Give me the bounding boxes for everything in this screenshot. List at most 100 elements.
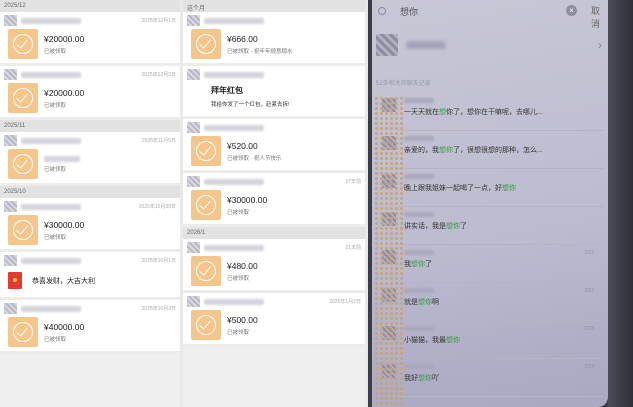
message-date: 2/23 (584, 326, 594, 332)
message-result[interactable]: 2/22 就是想你啊 (376, 286, 604, 316)
timestamp: 2025年12月2日 (141, 72, 176, 78)
divider (398, 168, 604, 169)
month-header: 2025/12 (0, 0, 180, 12)
timestamp: 2025年10月30日 (138, 204, 176, 210)
amount: ¥20000.00 (44, 33, 85, 44)
message-result[interactable]: 2/23 小猫猫，我最想你 (376, 324, 604, 354)
keyword-highlight: 想你 (446, 337, 460, 344)
avatar (4, 201, 17, 212)
divider (398, 244, 604, 245)
red-packet-card[interactable]: 17年前 ¥30000.00 已被领取 (183, 173, 365, 227)
amount: ¥40000.00 (44, 321, 85, 332)
search-input[interactable]: 想你 (400, 5, 418, 18)
red-packet-card[interactable]: ¥520.00 已被领取 · 祝人节快乐 (183, 119, 365, 173)
status: 已被领取 (44, 234, 67, 241)
red-packet-history-left: 2025/12 2025年12月1日 ¥20000.00 已被领取 2025年12… (0, 0, 180, 407)
greeting-text: 恭喜发财，大吉大利 (32, 277, 95, 285)
status: 已被领取 (44, 102, 67, 109)
message-result[interactable]: 2/19 我想你了 (376, 248, 604, 278)
claimed-check-icon (8, 215, 38, 245)
timestamp: 2025年10月2日 (141, 306, 176, 312)
timestamp: 21天前 (345, 245, 361, 251)
message-result[interactable]: 亲爱的，我想你了，很想很想的那种，怎么... (376, 134, 604, 164)
amount: ¥666.00 (227, 33, 258, 44)
message-snippet: 一天天就在想你了，想你在干嘛呢，去哪儿... (404, 109, 543, 116)
blurred-name (21, 17, 81, 24)
divider (398, 320, 604, 321)
message-snippet: 就是想你啊 (404, 299, 439, 306)
blurred-name (404, 212, 434, 217)
month-header: 2025/10 (0, 186, 180, 198)
claimed-check-icon (191, 190, 221, 220)
phone-bezel (608, 0, 633, 407)
amount: ¥30000.00 (227, 194, 268, 205)
message-snippet: 我想你了 (404, 261, 432, 268)
red-packet-card[interactable]: 2025年10月2日 ¥40000.00 已被领取 (0, 300, 180, 354)
red-packet-card[interactable]: 21天前 ¥480.00 已被领取 (183, 239, 365, 293)
packet-subtitle: 我给你发了一个红包，赶紧去拆! (211, 102, 290, 108)
avatar (187, 296, 200, 307)
message-snippet: 我好想你吖 (404, 375, 439, 382)
cancel-button[interactable]: 取消 (591, 4, 608, 30)
clear-icon[interactable]: × (566, 5, 577, 16)
red-packet-card[interactable]: 2026年1月2日 ¥500.00 已被领取 (183, 293, 365, 347)
message-date: 2/19 (584, 250, 594, 256)
claimed-check-icon (8, 29, 38, 59)
blurred-name (404, 98, 434, 103)
status: 已被领取 (44, 166, 67, 173)
claimed-check-icon (8, 83, 38, 113)
timestamp: 2025年11月5日 (141, 138, 176, 144)
avatar (4, 255, 17, 266)
message-snippet: 晚上跟我姐妹一起喝了一点，好想你 (404, 185, 516, 192)
red-packet-card[interactable]: 2025年10月30日 ¥30000.00 已被领取 (0, 198, 180, 252)
message-date: 2/24 (584, 364, 594, 370)
divider (398, 396, 604, 397)
month-header: 2025/11 (0, 120, 180, 132)
timestamp: 2025年10月1日 (141, 258, 176, 264)
chat-search-photo: 想你 × 取消 › 52条相关的聊天记录 一天天就在想你了，想你在干嘛呢，去哪儿… (368, 0, 633, 407)
avatar (4, 135, 17, 146)
blur-overlay (374, 96, 404, 407)
message-result[interactable]: 一天天就在想你了，想你在干嘛呢，去哪儿... (376, 96, 604, 126)
amount: ¥480.00 (227, 260, 258, 271)
avatar (187, 242, 200, 253)
claimed-check-icon (191, 256, 221, 286)
blurred-name (404, 326, 434, 331)
red-envelope-icon (8, 272, 22, 289)
red-packet-card[interactable]: 2025年10月1日 恭喜发财，大吉大利 (0, 252, 180, 300)
blurred-name (21, 305, 81, 312)
phone-frame: 想你 × 取消 › 52条相关的聊天记录 一天天就在想你了，想你在干嘛呢，去哪儿… (368, 0, 633, 407)
blurred-name (404, 364, 434, 369)
new-year-red-packet-card[interactable]: 拜年红包 我给你发了一个红包，赶紧去拆! (183, 66, 365, 119)
message-snippet: 小猫猫，我最想你 (404, 337, 460, 344)
amount: ¥20000.00 (44, 87, 85, 98)
status: 已被领取 · 祝人节快乐 (227, 155, 282, 162)
claimed-check-icon (191, 136, 221, 166)
message-result[interactable]: 晚上跟我姐妹一起喝了一点，好想你 (376, 172, 604, 202)
blurred-name (204, 178, 264, 185)
keyword-highlight: 想 (439, 109, 446, 116)
divider (398, 282, 604, 283)
contact-result[interactable]: › (376, 30, 608, 60)
phone-screen: 想你 × 取消 › 52条相关的聊天记录 一天天就在想你了，想你在干嘛呢，去哪儿… (372, 0, 608, 407)
avatar (187, 15, 200, 26)
red-packet-card[interactable]: ¥666.00 已被领取 · 祝年年顺意顺水 (183, 12, 365, 66)
avatar (4, 303, 17, 314)
keyword-highlight: 想你 (446, 223, 460, 230)
message-result[interactable]: 讲实话，我是想你了 (376, 210, 604, 240)
section-label: 52条相关的聊天记录 (376, 81, 431, 87)
month-header: 2026/1 (183, 227, 365, 239)
message-result[interactable]: 2/24 我好想你吖 (376, 362, 604, 392)
status: 已被领取 (44, 48, 67, 55)
divider (398, 206, 604, 207)
red-packet-card[interactable]: 2025年12月2日 ¥20000.00 已被领取 (0, 66, 180, 120)
blurred-name (404, 288, 434, 293)
divider (398, 358, 604, 359)
red-packet-card[interactable]: 2025年11月5日 已被领取 (0, 132, 180, 186)
blurred-name (21, 71, 81, 78)
keyword-highlight: 想你 (439, 147, 453, 154)
red-packet-card[interactable]: 2025年12月1日 ¥20000.00 已被领取 (0, 12, 180, 66)
blurred-name (404, 136, 434, 141)
amount: ¥500.00 (227, 314, 258, 325)
keyword-highlight: 想你 (411, 261, 425, 268)
